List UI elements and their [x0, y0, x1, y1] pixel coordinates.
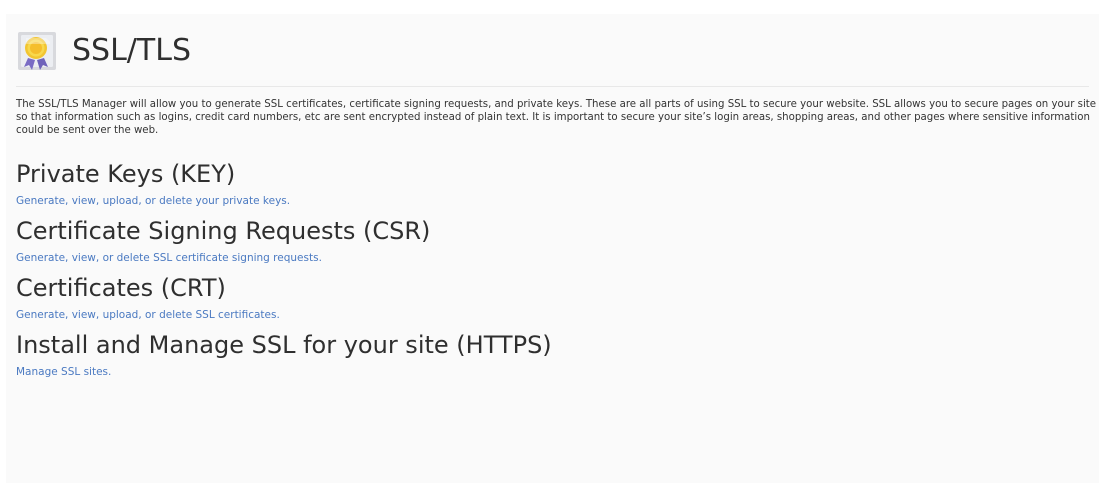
page-header: SSL/TLS: [16, 26, 1089, 87]
private-keys-link[interactable]: Generate, view, upload, or delete your p…: [16, 194, 290, 208]
install-manage-ssl-title: Install and Manage SSL for your site (HT…: [16, 331, 552, 359]
section-certificates: Certificates (CRT) Generate, view, uploa…: [16, 273, 1089, 322]
page-title: SSL/TLS: [72, 33, 191, 68]
certificates-link[interactable]: Generate, view, upload, or delete SSL ce…: [16, 308, 280, 322]
certificates-title: Certificates (CRT): [16, 274, 226, 302]
page-description: The SSL/TLS Manager will allow you to ge…: [16, 99, 1097, 136]
main-content: SSL/TLS The SSL/TLS Manager will allow y…: [6, 14, 1099, 483]
private-keys-title: Private Keys (KEY): [16, 160, 236, 188]
section-csr: Certificate Signing Requests (CSR) Gener…: [16, 216, 1089, 265]
manage-ssl-sites-link[interactable]: Manage SSL sites.: [16, 365, 111, 379]
ssl-tls-page: SSL/TLS The SSL/TLS Manager will allow y…: [0, 0, 1105, 483]
section-private-keys: Private Keys (KEY) Generate, view, uploa…: [16, 159, 1089, 208]
csr-title: Certificate Signing Requests (CSR): [16, 217, 431, 245]
csr-link[interactable]: Generate, view, or delete SSL certificat…: [16, 251, 322, 265]
section-install-manage-ssl: Install and Manage SSL for your site (HT…: [16, 330, 1089, 379]
ssl-certificate-icon: [18, 32, 56, 70]
